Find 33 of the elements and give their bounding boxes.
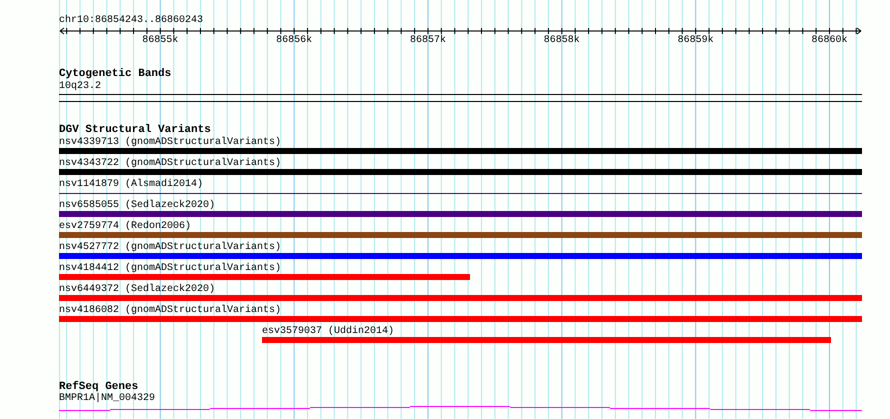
variant-bar[interactable] xyxy=(262,337,831,343)
variant-label: nsv1141879 (Alsmadi2014) xyxy=(59,179,204,190)
track-title: DGV Structural Variants xyxy=(59,125,212,135)
gene-label: BMPR1A|NM_004329 xyxy=(59,394,156,404)
variant-label: nsv4339713 (gnomADStructuralVariants) xyxy=(59,137,282,148)
ruler-tick-label: 86857k xyxy=(410,36,446,46)
gene-line[interactable] xyxy=(59,406,862,411)
variant-label: esv2759774 (Redon2006) xyxy=(59,221,192,232)
band-label: 10q23.2 xyxy=(59,82,102,92)
variant-label: nsv6585055 (Sedlazeck2020) xyxy=(59,200,216,211)
variant-label: nsv4343722 (gnomADStructuralVariants) xyxy=(59,158,282,169)
ruler-tick-label: 86855k xyxy=(142,36,178,46)
ruler-tick-label: 86856k xyxy=(276,36,312,46)
variant-bar[interactable] xyxy=(59,316,862,322)
variant-line[interactable] xyxy=(59,192,862,194)
variant-bar[interactable] xyxy=(59,253,862,259)
variant-label: nsv4527772 (gnomADStructuralVariants) xyxy=(59,242,282,253)
variant-bar[interactable] xyxy=(59,274,470,280)
variant-label: esv3579037 (Uddin2014) xyxy=(262,326,394,337)
variant-bar[interactable] xyxy=(59,295,862,301)
variant-bar[interactable] xyxy=(59,211,862,217)
variant-bar[interactable] xyxy=(59,148,862,154)
variant-bar[interactable] xyxy=(59,169,862,175)
variant-label: nsv6449372 (Sedlazeck2020) xyxy=(59,284,216,295)
ruler-tick-label: 86859k xyxy=(678,36,714,46)
track-title: Cytogenetic Bands xyxy=(59,69,172,79)
variant-label: nsv4184412 (gnomADStructuralVariants) xyxy=(59,263,282,274)
ruler-tick-label: 86860k xyxy=(811,36,848,46)
location-label: chr10:86854243..86860243 xyxy=(59,16,204,26)
variant-label: nsv4186082 (gnomADStructuralVariants) xyxy=(59,305,282,316)
variant-bar[interactable] xyxy=(59,232,862,238)
track-title: RefSeq Genes xyxy=(59,382,138,392)
ruler-tick-label: 86858k xyxy=(544,36,580,46)
